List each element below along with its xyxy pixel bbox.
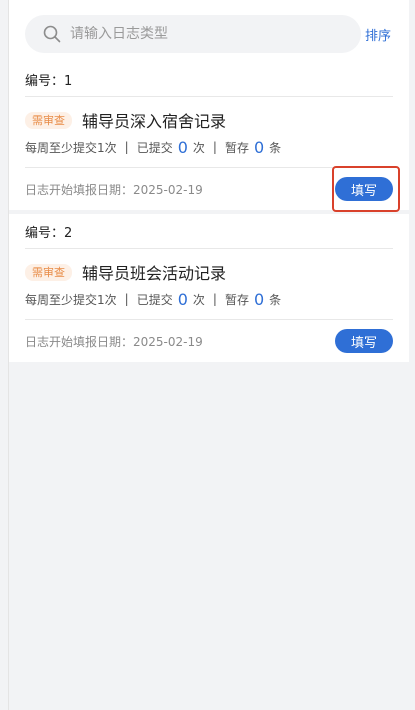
start-date: 日志开始填报日期：2025-02-19: [25, 334, 203, 349]
log-type-card: 编号：1 需审查 辅导员深入宿舍记录 每周至少提交1次 | 已提交 0 次 | …: [9, 62, 409, 212]
log-type-title: 辅导员班会活动记录: [82, 264, 227, 283]
submitted-unit: 次: [192, 292, 205, 307]
start-date: 日志开始填报日期：2025-02-19: [25, 182, 203, 197]
search-bar-area: 排序: [9, 0, 409, 62]
submitted-count: 0: [177, 289, 188, 309]
submission-stats: 每周至少提交1次 | 已提交 0 次 | 暂存 0 条: [25, 289, 393, 309]
card-footer: 日志开始填报日期：2025-02-19 填写: [25, 166, 400, 212]
card-number: 编号：2: [25, 214, 393, 249]
submitted-count: 0: [177, 137, 188, 157]
sort-button[interactable]: 排序: [365, 25, 391, 44]
card-footer: 日志开始填报日期：2025-02-19 填写: [25, 319, 393, 362]
draft-label: 暂存: [224, 292, 249, 307]
stat-separator: |: [124, 140, 129, 154]
stat-separator: |: [212, 292, 217, 306]
search-box[interactable]: [25, 15, 361, 53]
draft-label: 暂存: [224, 140, 249, 155]
submitted-unit: 次: [192, 140, 205, 155]
search-input[interactable]: [70, 26, 320, 42]
log-type-title: 辅导员深入宿舍记录: [82, 112, 227, 131]
submission-stats: 每周至少提交1次 | 已提交 0 次 | 暂存 0 条: [25, 137, 393, 157]
fill-button[interactable]: 填写: [335, 177, 393, 201]
stat-separator: |: [124, 292, 129, 306]
frequency-text: 每周至少提交1次: [25, 292, 117, 307]
card-title-row: 需审查 辅导员班会活动记录: [25, 260, 393, 284]
stat-separator: |: [212, 140, 217, 154]
draft-count: 0: [253, 137, 265, 157]
submitted-label: 已提交: [136, 292, 173, 307]
search-icon: [42, 24, 62, 44]
review-required-badge: 需审查: [25, 263, 72, 281]
frequency-text: 每周至少提交1次: [25, 140, 117, 155]
log-type-card: 编号：2 需审查 辅导员班会活动记录 每周至少提交1次 | 已提交 0 次 | …: [9, 214, 409, 362]
draft-count: 0: [253, 289, 265, 309]
fill-button[interactable]: 填写: [335, 329, 393, 353]
draft-unit: 条: [269, 140, 282, 155]
card-title-row: 需审查 辅导员深入宿舍记录: [25, 108, 393, 132]
draft-unit: 条: [269, 292, 282, 307]
submitted-label: 已提交: [136, 140, 173, 155]
review-required-badge: 需审查: [25, 111, 72, 129]
log-list-page: 排序 编号：1 需审查 辅导员深入宿舍记录 每周至少提交1次 | 已提交 0 次…: [9, 0, 409, 710]
card-number: 编号：1: [25, 62, 393, 97]
